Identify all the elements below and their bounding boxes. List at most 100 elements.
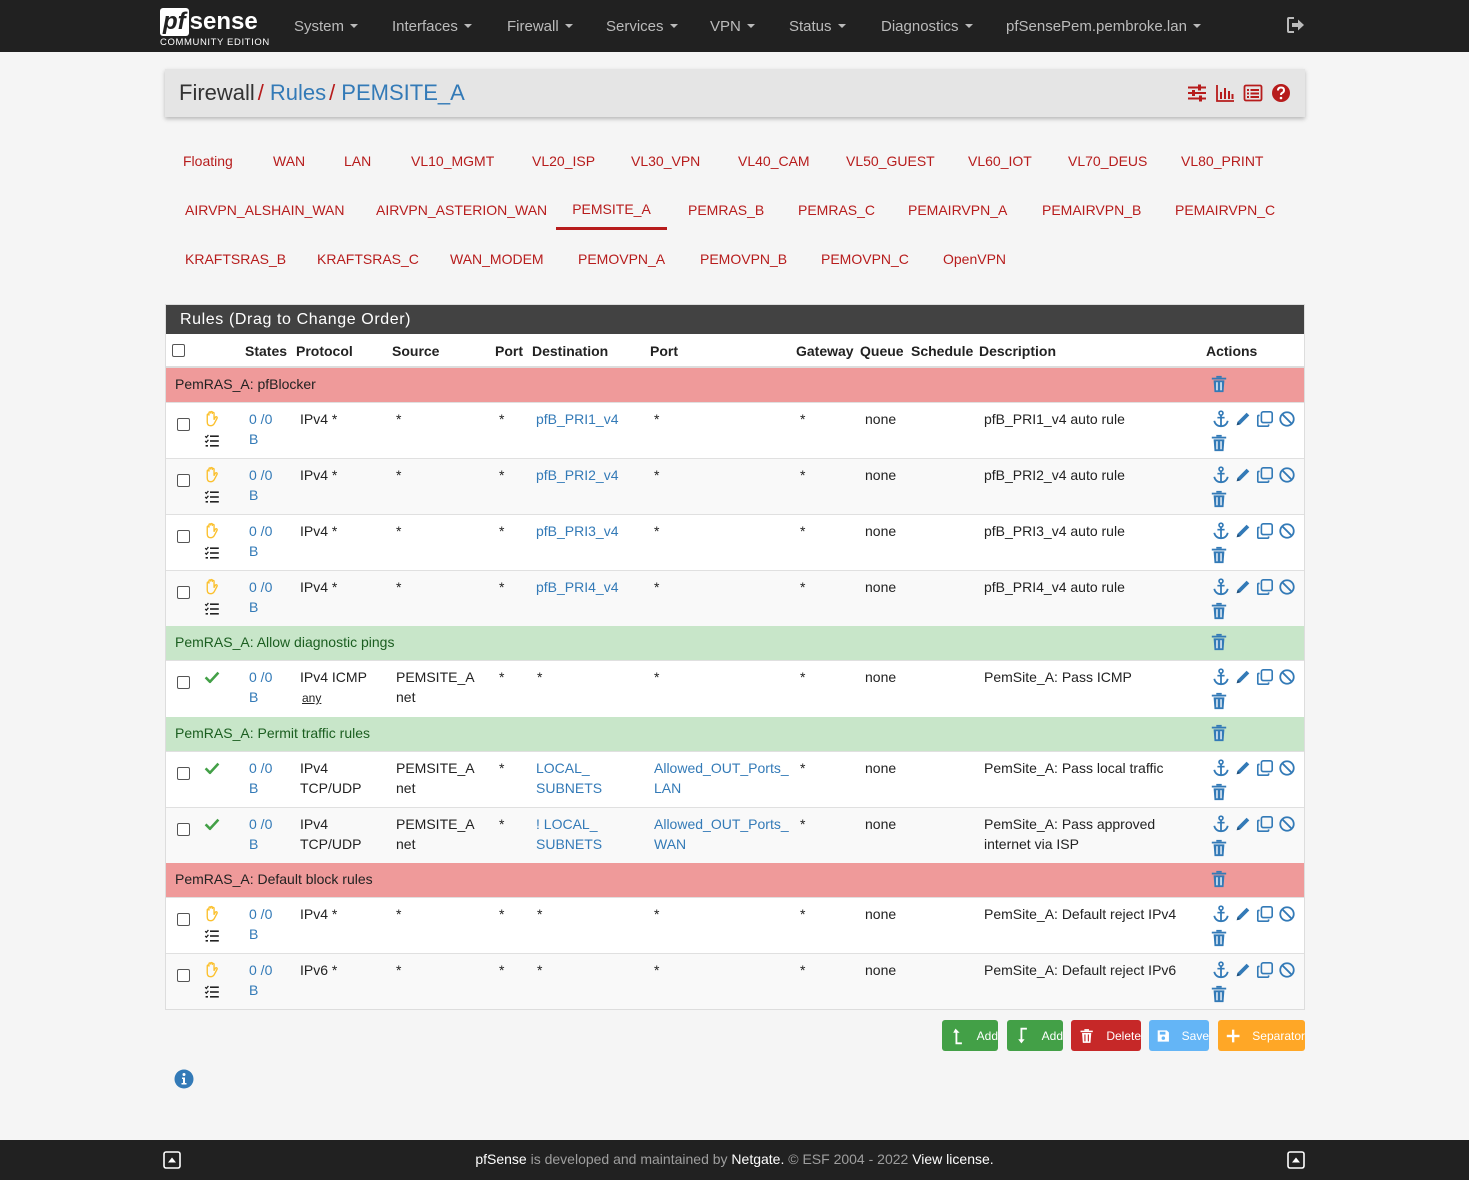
rule-destination[interactable]: pfB_PRI4_v4 (536, 579, 619, 595)
table-row[interactable]: 0 /0 B IPv4 ICMP any PEMSITE_A net * * *… (166, 660, 1304, 716)
tab-pemsite-a[interactable]: PEMSITE_A (556, 190, 667, 230)
copy-icon[interactable] (1256, 466, 1274, 484)
rule-dest-port[interactable]: Allowed_OUT_Ports_ (654, 760, 789, 776)
footer-license-link[interactable]: View license. (912, 1151, 993, 1167)
copy-icon[interactable] (1256, 815, 1274, 833)
row-checkbox[interactable] (177, 823, 190, 836)
pencil-icon[interactable] (1234, 815, 1252, 833)
tab-kraftsras-c[interactable]: KRAFTSRAS_C (317, 239, 419, 279)
ban-icon[interactable] (1278, 961, 1296, 979)
col-states[interactable]: States (245, 343, 287, 359)
pfsense-logo[interactable]: pf sense COMMUNITY EDITION (160, 4, 270, 48)
nav-firewall[interactable]: Firewall (507, 0, 573, 52)
sliders-icon[interactable] (1187, 83, 1207, 103)
anchor-icon[interactable] (1212, 759, 1230, 777)
states-bytes[interactable]: B (249, 599, 258, 615)
states-bytes[interactable]: B (249, 780, 258, 796)
tab-vl10-mgmt[interactable]: VL10_MGMT (411, 141, 494, 181)
ban-icon[interactable] (1278, 905, 1296, 923)
add-bottom-button[interactable]: Add (1007, 1020, 1063, 1051)
rule-destination[interactable]: LOCAL_ (536, 760, 590, 776)
col-source[interactable]: Source (392, 343, 439, 359)
ban-icon[interactable] (1278, 578, 1296, 596)
states-bytes[interactable]: B (249, 836, 258, 852)
pencil-icon[interactable] (1234, 410, 1252, 428)
tab-pemovpn-b[interactable]: PEMOVPN_B (700, 239, 787, 279)
tasks-icon[interactable] (203, 489, 221, 505)
rule-dest-port-sub[interactable]: LAN (654, 780, 681, 796)
separator-row[interactable]: PemRAS_A: Allow diagnostic pings (166, 626, 1304, 660)
trash-icon[interactable] (1210, 929, 1228, 947)
tab-pemras-b[interactable]: PEMRAS_B (688, 190, 764, 230)
nav-interfaces[interactable]: Interfaces (392, 0, 472, 52)
copy-icon[interactable] (1256, 668, 1274, 686)
rule-dest-port-sub[interactable]: WAN (654, 836, 686, 852)
states-bytes[interactable]: B (249, 689, 258, 705)
separator-row[interactable]: PemRAS_A: Permit traffic rules (166, 717, 1304, 751)
copy-icon[interactable] (1256, 522, 1274, 540)
separator-row[interactable]: PemRAS_A: Default block rules (166, 863, 1304, 897)
bar-chart-icon[interactable] (1215, 83, 1235, 103)
table-row[interactable]: 0 /0 B IPv4 * * * pfB_PRI1_v4 * * none p… (166, 402, 1304, 458)
states-bytes[interactable]: B (249, 487, 258, 503)
sign-out-icon[interactable] (1286, 15, 1306, 35)
rule-destination[interactable]: pfB_PRI3_v4 (536, 523, 619, 539)
pencil-icon[interactable] (1234, 668, 1252, 686)
trash-icon[interactable] (1210, 434, 1228, 452)
tab-wan-modem[interactable]: WAN_MODEM (450, 239, 544, 279)
help-icon[interactable] (1271, 83, 1291, 103)
states-count[interactable]: 0 /0 (249, 467, 272, 483)
copy-icon[interactable] (1256, 578, 1274, 596)
states-count[interactable]: 0 /0 (249, 816, 272, 832)
trash-icon[interactable] (1210, 724, 1228, 742)
list-icon[interactable] (1243, 83, 1263, 103)
separator-button[interactable]: Separator (1218, 1020, 1305, 1051)
rule-destination[interactable]: ! LOCAL_ (536, 816, 597, 832)
anchor-icon[interactable] (1212, 466, 1230, 484)
ban-icon[interactable] (1278, 466, 1296, 484)
tab-pemovpn-c[interactable]: PEMOVPN_C (821, 239, 909, 279)
copy-icon[interactable] (1256, 961, 1274, 979)
footer-product-link[interactable]: pfSense (475, 1151, 526, 1167)
tab-vl30-vpn[interactable]: VL30_VPN (631, 141, 700, 181)
rule-icmp-type[interactable]: any (302, 691, 321, 705)
table-row[interactable]: 0 /0 B IPv4 TCP/UDP PEMSITE_A net * LOCA… (166, 751, 1304, 807)
rule-destination[interactable]: pfB_PRI1_v4 (536, 411, 619, 427)
trash-icon[interactable] (1210, 633, 1228, 651)
rule-destination[interactable]: pfB_PRI2_v4 (536, 467, 619, 483)
pencil-icon[interactable] (1234, 578, 1252, 596)
tab-pemras-c[interactable]: PEMRAS_C (798, 190, 875, 230)
states-count[interactable]: 0 /0 (249, 962, 272, 978)
nav-host[interactable]: pfSensePem.pembroke.lan (1006, 0, 1201, 52)
row-checkbox[interactable] (177, 474, 190, 487)
row-checkbox[interactable] (177, 418, 190, 431)
trash-icon[interactable] (1210, 375, 1228, 393)
col-dest-port[interactable]: Port (650, 343, 678, 359)
separator-row[interactable]: PemRAS_A: pfBlocker (166, 368, 1304, 402)
nav-system[interactable]: System (294, 0, 359, 52)
tasks-icon[interactable] (203, 601, 221, 617)
tab-vl50-guest[interactable]: VL50_GUEST (846, 141, 935, 181)
pencil-icon[interactable] (1234, 466, 1252, 484)
copy-icon[interactable] (1256, 759, 1274, 777)
col-port[interactable]: Port (495, 343, 523, 359)
states-count[interactable]: 0 /0 (249, 669, 272, 685)
states-count[interactable]: 0 /0 (249, 760, 272, 776)
col-protocol[interactable]: Protocol (296, 343, 353, 359)
copy-icon[interactable] (1256, 905, 1274, 923)
trash-icon[interactable] (1210, 546, 1228, 564)
tab-pemairvpn-b[interactable]: PEMAIRVPN_B (1042, 190, 1141, 230)
tab-pemairvpn-a[interactable]: PEMAIRVPN_A (908, 190, 1007, 230)
tab-kraftsras-b[interactable]: KRAFTSRAS_B (185, 239, 286, 279)
footer-company-link[interactable]: Netgate. (731, 1151, 784, 1167)
row-checkbox[interactable] (177, 969, 190, 982)
copy-icon[interactable] (1256, 410, 1274, 428)
anchor-icon[interactable] (1212, 905, 1230, 923)
info-icon[interactable] (174, 1069, 194, 1089)
ban-icon[interactable] (1278, 410, 1296, 428)
anchor-icon[interactable] (1212, 668, 1230, 686)
states-bytes[interactable]: B (249, 543, 258, 559)
select-all-checkbox[interactable] (172, 344, 185, 357)
anchor-icon[interactable] (1212, 522, 1230, 540)
anchor-icon[interactable] (1212, 578, 1230, 596)
